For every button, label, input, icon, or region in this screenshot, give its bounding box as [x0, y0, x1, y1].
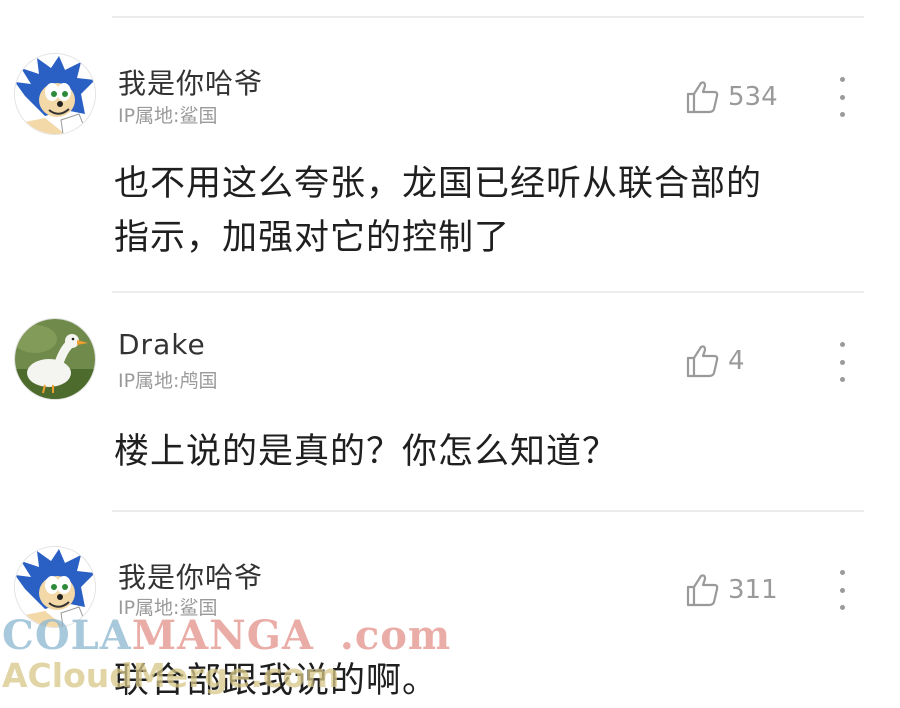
more-vertical-icon: [839, 77, 845, 82]
duck-avatar-image: [15, 319, 95, 399]
ip-location: IP属地:鲨国: [118, 105, 218, 127]
like-count: 311: [728, 575, 778, 605]
like-button[interactable]: 4: [684, 343, 745, 379]
more-options-button[interactable]: [832, 342, 852, 382]
more-options-button[interactable]: [832, 77, 852, 117]
username[interactable]: 我是你哈爷: [118, 62, 263, 102]
ip-location: IP属地:鸬国: [118, 370, 218, 392]
more-vertical-icon: [839, 570, 845, 575]
comment-text: 联合部跟我说的啊。: [114, 654, 854, 708]
like-count: 534: [728, 82, 778, 112]
username[interactable]: Drake: [118, 328, 206, 361]
like-count: 4: [728, 346, 745, 376]
thumbs-up-icon: [686, 345, 719, 378]
comment-text: 楼上说的是真的？你怎么知道？: [114, 425, 854, 479]
divider: [112, 16, 864, 18]
avatar[interactable]: [14, 53, 96, 135]
comment-text-line: 联合部跟我说的啊。: [114, 661, 439, 701]
divider: [112, 510, 864, 512]
hedgehog-avatar-image: [15, 54, 95, 134]
comment-text-line: 指示，加强对它的控制了: [114, 218, 511, 258]
hedgehog-avatar-image: [15, 547, 95, 627]
comment-text: 也不用这么夸张，龙国已经听从联合部的 指示，加强对它的控制了: [114, 157, 854, 265]
username[interactable]: 我是你哈爷: [118, 556, 263, 596]
ip-location: IP属地:鲨国: [118, 597, 218, 619]
divider: [112, 291, 864, 293]
avatar[interactable]: [14, 546, 96, 628]
avatar[interactable]: [14, 318, 96, 400]
more-vertical-icon: [839, 342, 845, 347]
like-button[interactable]: 311: [684, 572, 778, 608]
thumbs-up-icon: [686, 574, 719, 607]
thumbs-up-icon: [686, 81, 719, 114]
more-options-button[interactable]: [832, 570, 852, 610]
comment-text-line: 楼上说的是真的？你怎么知道？: [114, 432, 619, 472]
like-button[interactable]: 534: [684, 79, 778, 115]
comment-text-line: 也不用这么夸张，龙国已经听从联合部的: [114, 164, 763, 204]
watermark-part: .com: [339, 612, 452, 659]
